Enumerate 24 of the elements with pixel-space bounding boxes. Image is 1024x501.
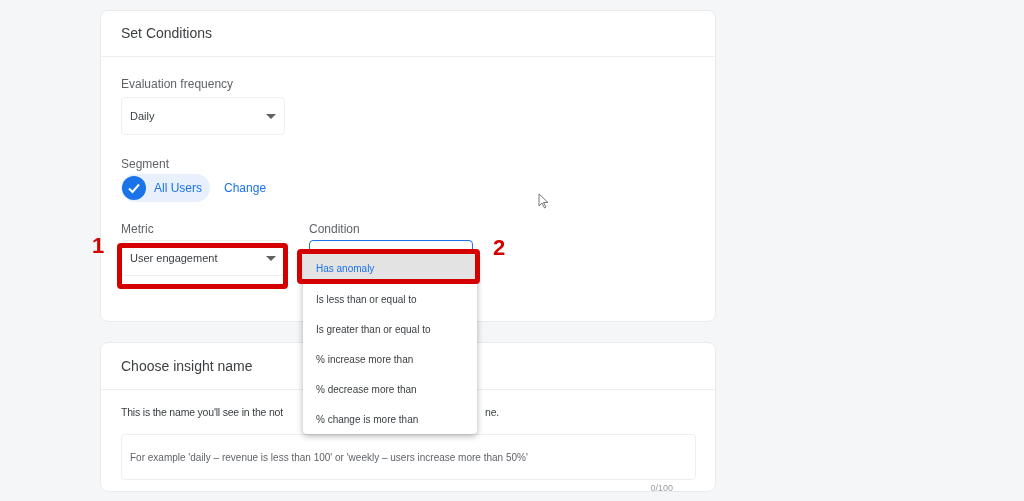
insight-name-input[interactable]: For example 'daily – revenue is less than 100' or 'weekly – users increase more than 50%'	[121, 434, 696, 480]
field-label: Condition	[309, 222, 361, 236]
segment-chip[interactable]: All Users	[121, 174, 210, 202]
card-title: Choose insight name	[121, 356, 253, 376]
dropdown-option[interactable]: % change is more than	[303, 404, 477, 434]
mouse-cursor-icon	[538, 193, 549, 209]
dropdown-option[interactable]: Is greater than or equal to	[303, 314, 477, 344]
check-icon	[122, 176, 146, 200]
description-text: ne.	[485, 405, 499, 420]
dropdown-caret-icon	[266, 255, 276, 261]
frequency-select[interactable]: Daily	[121, 97, 285, 135]
field-label: Evaluation frequency	[121, 77, 235, 91]
annotation-number: 1	[92, 232, 105, 260]
character-counter: 0/100	[650, 482, 673, 495]
description-text: This is the name you'll see in the not	[121, 405, 283, 420]
dropdown-option[interactable]: Is less than or equal to	[303, 284, 477, 314]
change-link[interactable]: Change	[224, 179, 267, 197]
card-title: Set Conditions	[121, 24, 213, 43]
annotation-number: 2	[493, 234, 506, 262]
dropdown-option[interactable]: % decrease more than	[303, 374, 477, 404]
field-label: Segment	[121, 157, 171, 171]
field-label: Metric	[121, 222, 155, 236]
dropdown-option[interactable]: % increase more than	[303, 344, 477, 374]
dropdown-caret-icon	[266, 113, 276, 119]
